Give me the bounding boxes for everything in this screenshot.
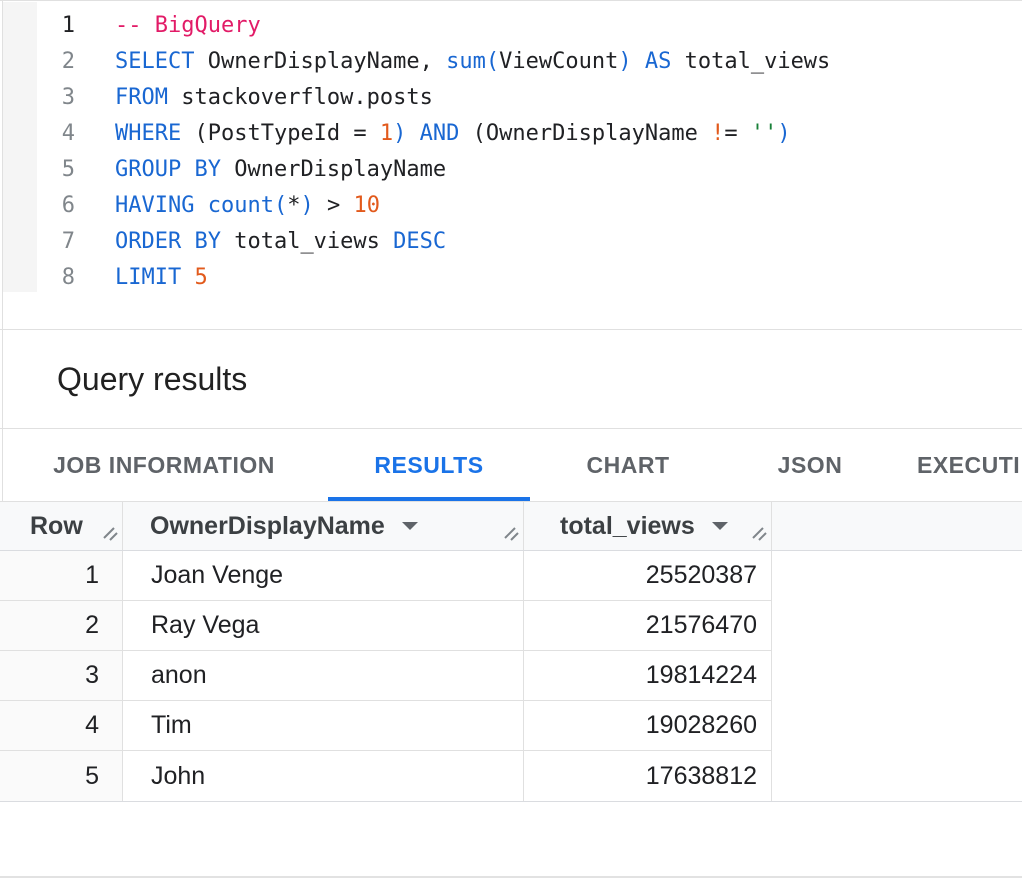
column-resize-handle-icon[interactable]	[101, 519, 119, 548]
column-header-row: Row	[0, 502, 123, 550]
code-line: 3 FROM stackoverflow.posts	[0, 80, 1022, 116]
code-line: 8 LIMIT 5	[0, 260, 1022, 296]
row-number-cell: 2	[0, 601, 123, 651]
line-number: 5	[0, 152, 75, 188]
row-number-cell: 3	[0, 651, 123, 701]
column-header-filler	[772, 502, 1022, 550]
line-number: 4	[0, 116, 75, 152]
code-line-text: ORDER BY total_views DESC	[115, 224, 1022, 260]
table-row: 1Joan Venge25520387	[0, 551, 1022, 601]
table-bottom-border	[0, 801, 1022, 802]
column-dropdown-icon[interactable]	[401, 521, 419, 531]
code-line: 7 ORDER BY total_views DESC	[0, 224, 1022, 260]
table-row: 2Ray Vega21576470	[0, 601, 1022, 651]
column-dropdown-icon[interactable]	[711, 521, 729, 531]
table-row: 4Tim19028260	[0, 701, 1022, 751]
total-views-cell: 19814224	[524, 651, 772, 701]
code-line-text: WHERE (PostTypeId = 1) AND (OwnerDisplay…	[115, 116, 1022, 152]
column-resize-handle-icon[interactable]	[750, 519, 768, 548]
owner-name-cell: Joan Venge	[123, 551, 524, 601]
row-number-cell: 1	[0, 551, 123, 601]
table-body: 1Joan Venge255203872Ray Vega215764703ano…	[0, 551, 1022, 801]
panel-left-border	[2, 0, 3, 502]
tab-results[interactable]: RESULTS	[328, 429, 530, 501]
line-number: 3	[0, 80, 75, 116]
line-number: 6	[0, 188, 75, 224]
sql-editor[interactable]: 1 -- BigQuery 2 SELECT OwnerDisplayName, su…	[0, 0, 1022, 330]
table-header-row: Row OwnerDisplayName total_views	[0, 501, 1022, 551]
tab-chart[interactable]: CHART	[530, 429, 726, 501]
column-header-label: Row	[30, 512, 83, 541]
total-views-cell: 19028260	[524, 701, 772, 751]
owner-name-cell: Ray Vega	[123, 601, 524, 651]
column-header-ownerdisplayname: OwnerDisplayName	[123, 502, 524, 550]
results-tab-bar: JOB INFORMATIONRESULTSCHARTJSONEXECUTI	[0, 429, 1022, 501]
code-line: 5 GROUP BY OwnerDisplayName	[0, 152, 1022, 188]
query-results-header: Query results	[0, 330, 1022, 429]
page-title: Query results	[57, 361, 247, 398]
code-line-text: -- BigQuery	[115, 8, 1022, 44]
column-header-label: OwnerDisplayName	[150, 512, 385, 541]
code-line-text: LIMIT 5	[115, 260, 1022, 296]
line-number: 8	[0, 260, 75, 296]
owner-name-cell: John	[123, 751, 524, 801]
table-row: 3anon19814224	[0, 651, 1022, 701]
owner-name-cell: anon	[123, 651, 524, 701]
row-number-cell: 5	[0, 751, 123, 801]
line-number: 1	[0, 8, 75, 44]
total-views-cell: 21576470	[524, 601, 772, 651]
row-number-cell: 4	[0, 701, 123, 751]
code-line: 4 WHERE (PostTypeId = 1) AND (OwnerDispla…	[0, 116, 1022, 152]
line-number: 2	[0, 44, 75, 80]
line-number: 7	[0, 224, 75, 260]
code-line-text: GROUP BY OwnerDisplayName	[115, 152, 1022, 188]
total-views-cell: 25520387	[524, 551, 772, 601]
tab-json[interactable]: JSON	[726, 429, 894, 501]
column-header-label: total_views	[560, 512, 695, 541]
code-line-text: SELECT OwnerDisplayName, sum(ViewCount) …	[115, 44, 1022, 80]
code-line: 1 -- BigQuery	[0, 8, 1022, 44]
code-line: 6 HAVING count(*) > 10	[0, 188, 1022, 224]
bigquery-query-panel: 1 -- BigQuery 2 SELECT OwnerDisplayName, su…	[0, 0, 1022, 878]
code-line: 2 SELECT OwnerDisplayName, sum(ViewCount)…	[0, 44, 1022, 80]
code-lines: 1 -- BigQuery 2 SELECT OwnerDisplayName, su…	[0, 8, 1022, 296]
total-views-cell: 17638812	[524, 751, 772, 801]
table-row: 5John17638812	[0, 751, 1022, 801]
column-header-total_views: total_views	[524, 502, 772, 550]
code-line-text: FROM stackoverflow.posts	[115, 80, 1022, 116]
code-line-text: HAVING count(*) > 10	[115, 188, 1022, 224]
column-resize-handle-icon[interactable]	[502, 519, 520, 548]
tab-executi[interactable]: EXECUTI	[894, 429, 1022, 501]
owner-name-cell: Tim	[123, 701, 524, 751]
tab-job-information[interactable]: JOB INFORMATION	[0, 429, 328, 501]
